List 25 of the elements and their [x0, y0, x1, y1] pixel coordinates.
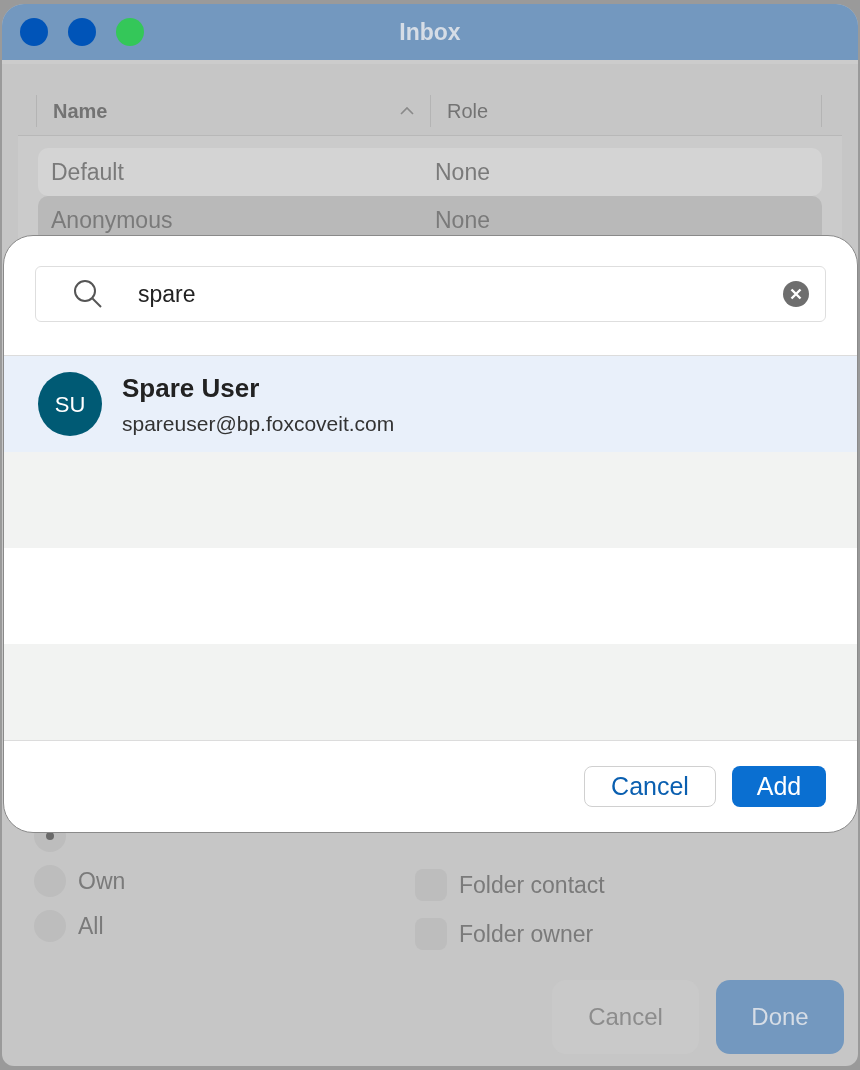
radio-label: Own: [78, 866, 126, 896]
search-field[interactable]: spare: [35, 266, 826, 322]
user-name: Spare User: [122, 371, 261, 405]
cancel-button[interactable]: Cancel: [584, 766, 716, 807]
window-control-icon[interactable]: [116, 18, 144, 46]
done-button[interactable]: Done: [716, 980, 844, 1054]
result-row[interactable]: SU Spare User spareuser@bp.foxcoveit.com: [4, 356, 857, 452]
clear-icon[interactable]: [783, 281, 809, 307]
checkbox-label: Folder contact: [459, 870, 605, 900]
search-icon: [72, 278, 104, 310]
checkbox-label: Folder owner: [459, 919, 594, 949]
table-cell-text: Default: [50, 157, 125, 187]
window-title: Inbox: [398, 17, 462, 47]
avatar: SU: [38, 372, 102, 436]
add-button[interactable]: Add: [732, 766, 826, 807]
window-control-icon[interactable]: [20, 18, 48, 46]
user-email: spareuser@bp.foxcoveit.com: [122, 410, 395, 437]
radio-label: All: [78, 911, 104, 941]
table-cell-text: None: [435, 205, 490, 235]
table-row[interactable]: Default None: [38, 148, 822, 196]
column-header[interactable]: Role: [430, 94, 822, 127]
table-cell-text: None: [435, 157, 490, 187]
window-control-icon[interactable]: [68, 18, 96, 46]
table-cell-text: Anonymous: [50, 205, 174, 235]
column-header[interactable]: Name: [36, 94, 430, 127]
